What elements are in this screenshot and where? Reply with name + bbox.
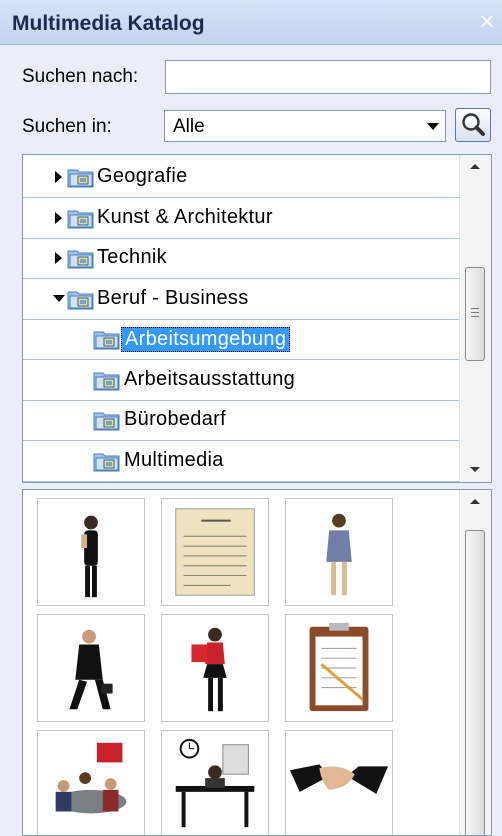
clipart-thumbnail[interactable] [37,730,145,835]
folder-icon [93,409,121,431]
tree-item[interactable]: Beruf - Business [23,279,461,320]
folder-icon [67,207,95,229]
clipart-thumbnail[interactable] [37,614,145,722]
folder-icon [93,450,121,472]
tree-item-label: Geografie [97,165,188,187]
clipart-gallery[interactable] [22,489,492,836]
expand-closed-icon[interactable] [55,171,62,183]
clipart-thumbnail[interactable] [161,498,269,606]
gallery-scrollbar[interactable] [459,490,491,835]
search-button[interactable] [455,108,491,142]
woman-red-folder-icon [191,627,227,712]
clipart-thumbnail[interactable] [285,730,393,835]
scope-dropdown[interactable]: Alle [164,110,446,142]
folder-icon [93,369,121,391]
tree-item-label: Technik [97,246,167,268]
meeting-presentation-icon [55,742,127,814]
expand-open-icon[interactable] [53,294,65,302]
clipart-thumbnail[interactable] [161,730,269,835]
office-desk-clock-icon [175,738,255,828]
search-input[interactable] [165,60,491,94]
close-icon[interactable]: × [476,8,498,34]
folder-icon [93,328,121,350]
folder-icon [67,166,95,188]
expand-closed-icon[interactable] [55,252,62,264]
scroll-up-icon[interactable] [460,155,491,179]
tree-item-label: Arbeitsausstattung [124,367,296,390]
scroll-down-icon[interactable] [460,458,491,482]
handshake-icon [289,764,389,794]
tree-item[interactable]: Arbeitsausstattung [23,360,461,401]
tree-item[interactable]: Technik [23,238,461,279]
tree-item-label: Arbeitsumgebung [121,327,291,352]
magnifier-icon [462,113,485,136]
businesswoman-phone-icon [81,515,98,598]
folder-icon [67,247,95,269]
tree-item[interactable]: Bürobedarf [23,400,461,441]
clipart-thumbnail[interactable] [37,498,145,606]
tree-item-label: Beruf - Business [97,286,249,309]
document-form-icon [175,508,255,596]
expand-closed-icon[interactable] [55,211,62,224]
window-title: Multimedia Katalog [12,12,205,35]
tree-scroll-thumb[interactable] [465,267,485,361]
tree-item-label: Bürobedarf [124,408,226,430]
folder-icon [67,288,95,310]
businesswoman-walking-icon [326,513,352,596]
tree-item-label: Kunst & Architektur [97,205,273,228]
chevron-down-icon[interactable] [420,111,445,141]
clipboard-checklist-icon [309,622,369,712]
tree-item[interactable]: Geografie [23,157,461,198]
clipart-thumbnail[interactable] [285,614,393,722]
tree-item[interactable]: Kunst & Architektur [23,198,461,239]
scope-label: Suchen in: [22,116,112,137]
title-bar: Multimedia Katalog × [0,0,502,45]
tree-scrollbar[interactable] [459,155,491,482]
scope-selected-value: Alle [173,116,205,137]
search-label: Suchen nach: [22,66,139,87]
gallery-scroll-thumb[interactable] [465,530,485,835]
clipart-thumbnail[interactable] [161,614,269,722]
scroll-up-icon[interactable] [460,490,491,514]
tree-item[interactable]: Multimedia [23,441,461,482]
businessman-briefcase-icon [69,629,113,710]
clipart-thumbnail[interactable] [285,498,393,606]
tree-item[interactable]: Arbeitsumgebung [23,319,461,360]
category-tree[interactable]: Geografie Kunst & Architektur Technik Beruf… [22,154,492,483]
tree-item-label: Multimedia [124,448,224,471]
